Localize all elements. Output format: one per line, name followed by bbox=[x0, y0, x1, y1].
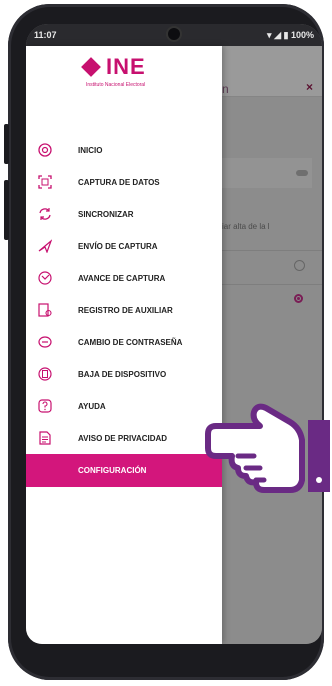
menu-item-baja-de-dispositivo[interactable]: BAJA DE DISPOSITIVO bbox=[26, 358, 222, 390]
send-icon bbox=[38, 239, 52, 253]
menu-item-ayuda[interactable]: AYUDA bbox=[26, 390, 222, 422]
ine-logo-diamond-icon bbox=[81, 57, 101, 77]
progress-icon bbox=[38, 271, 52, 285]
battery-level: 100% bbox=[290, 29, 314, 40]
logo-subtitle: Instituto Nacional Electoral bbox=[86, 82, 146, 88]
status-icons: ▾ ◢ ▮ 100% bbox=[267, 30, 314, 41]
privacy-doc-icon bbox=[38, 431, 52, 445]
menu-item-label: BAJA DE DISPOSITIVO bbox=[78, 370, 167, 379]
menu-item-envio-de-captura[interactable]: ENVÍO DE CAPTURA bbox=[26, 230, 222, 262]
menu-item-avance-de-captura[interactable]: AVANCE DE CAPTURA bbox=[26, 262, 222, 294]
menu-item-label: REGISTRO DE AUXILIAR bbox=[78, 306, 173, 315]
battery-icon: ▮ bbox=[283, 29, 289, 40]
drawer-menu: INICIO CAPTURA DE DATOS SINCRONIZAR ENVÍ… bbox=[26, 134, 222, 487]
menu-item-cambio-de-contrasena[interactable]: CAMBIO DE CONTRASEÑA bbox=[26, 326, 222, 358]
front-camera bbox=[168, 28, 180, 40]
logo-text: INE bbox=[106, 54, 146, 79]
menu-item-label: SINCRONIZAR bbox=[78, 210, 134, 219]
menu-item-configuracion[interactable]: CONFIGURACIÓN bbox=[26, 454, 222, 487]
background-toggle bbox=[296, 170, 308, 176]
password-icon bbox=[38, 335, 52, 349]
register-user-icon bbox=[38, 303, 52, 317]
background-title: n bbox=[222, 82, 229, 96]
screen: n × iar alta de la l 11:07 ▾ ◢ ▮ 100% IN… bbox=[26, 24, 322, 644]
status-time: 11:07 bbox=[34, 30, 57, 40]
wifi-icon: ▾ bbox=[267, 29, 272, 40]
background-radio bbox=[294, 260, 305, 271]
side-button bbox=[4, 180, 9, 240]
help-icon bbox=[38, 399, 52, 413]
menu-item-label: AYUDA bbox=[78, 402, 106, 411]
device-remove-icon bbox=[38, 367, 52, 381]
ine-logo: INE Instituto Nacional Electoral bbox=[81, 54, 174, 94]
menu-item-label: ENVÍO DE CAPTURA bbox=[78, 242, 158, 251]
background-divider bbox=[222, 250, 322, 251]
phone-frame: n × iar alta de la l 11:07 ▾ ◢ ▮ 100% IN… bbox=[4, 4, 324, 680]
scan-frame-icon bbox=[38, 175, 52, 189]
background-text: iar alta de la l bbox=[222, 222, 270, 231]
background-divider bbox=[222, 284, 322, 285]
menu-item-label: AVANCE DE CAPTURA bbox=[78, 274, 166, 283]
menu-item-label: AVISO DE PRIVACIDAD bbox=[78, 434, 168, 443]
menu-item-label: CAPTURA DE DATOS bbox=[78, 178, 160, 187]
menu-item-label: CAMBIO DE CONTRASEÑA bbox=[78, 338, 183, 347]
menu-item-sincronizar[interactable]: SINCRONIZAR bbox=[26, 198, 222, 230]
menu-item-registro-de-auxiliar[interactable]: REGISTRO DE AUXILIAR bbox=[26, 294, 222, 326]
menu-item-aviso-de-privacidad[interactable]: AVISO DE PRIVACIDAD bbox=[26, 422, 222, 454]
background-close-icon: × bbox=[306, 80, 314, 94]
menu-item-label: INICIO bbox=[78, 146, 103, 155]
menu-item-captura-de-datos[interactable]: CAPTURA DE DATOS bbox=[26, 166, 222, 198]
menu-item-label: CONFIGURACIÓN bbox=[78, 466, 147, 475]
background-radio-selected bbox=[294, 294, 303, 303]
pointing-hand-icon bbox=[205, 403, 330, 493]
home-circle-icon bbox=[38, 143, 52, 157]
menu-item-inicio[interactable]: INICIO bbox=[26, 134, 222, 166]
navigation-drawer: INE Instituto Nacional Electoral INICIO … bbox=[26, 46, 222, 644]
sync-icon bbox=[38, 207, 52, 221]
signal-icon: ◢ bbox=[274, 29, 281, 40]
volume-button bbox=[4, 124, 9, 164]
